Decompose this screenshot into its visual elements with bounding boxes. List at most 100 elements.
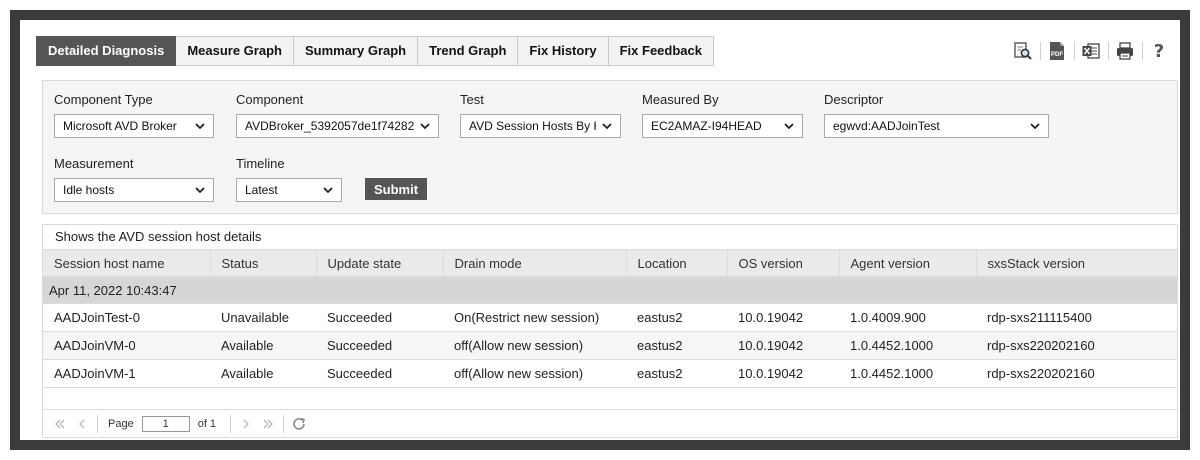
cell-location: eastus2 xyxy=(626,303,727,332)
tab-fix-feedback[interactable]: Fix Feedback xyxy=(608,36,714,66)
results-panel: Shows the AVD session host details Sessi… xyxy=(42,224,1178,438)
cell-agent-version: 1.0.4452.1000 xyxy=(839,359,976,388)
cell-drain-mode: off(Allow new session) xyxy=(443,331,626,360)
search-document-button[interactable] xyxy=(1006,38,1040,64)
pdf-export-button[interactable]: PDF xyxy=(1040,38,1074,64)
component-type-label: Component Type xyxy=(54,92,153,107)
pdf-badge-text: PDF xyxy=(1051,52,1063,58)
pager-divider xyxy=(230,414,232,433)
chevron-down-icon xyxy=(420,123,430,130)
cell-session-host-name: AADJoinTest-0 xyxy=(43,303,210,332)
help-icon: ? xyxy=(1153,40,1165,62)
print-icon xyxy=(1117,42,1133,60)
chevron-down-icon xyxy=(602,123,612,130)
tab-measure-graph[interactable]: Measure Graph xyxy=(176,36,294,66)
measurement-field: Measurement Idle hosts xyxy=(54,156,214,202)
chevron-left-icon xyxy=(79,419,85,428)
cell-update-state: Succeeded xyxy=(316,331,443,360)
column-header-status[interactable]: Status xyxy=(210,249,317,277)
cell-os-version: 10.0.19042 xyxy=(727,331,839,360)
page-number-input[interactable]: 1 xyxy=(141,415,190,432)
cell-status: Available xyxy=(210,359,316,388)
column-header-update-state[interactable]: Update state xyxy=(316,249,444,277)
column-header-os-version[interactable]: OS version xyxy=(727,249,840,277)
refresh-icon xyxy=(293,417,306,430)
component-field: Component AVDBroker_5392057de1f742828 xyxy=(236,92,439,138)
component-type-field: Component Type Microsoft AVD Broker xyxy=(54,92,214,138)
test-select[interactable]: AVD Session Hosts By Host xyxy=(460,114,621,138)
cell-drain-mode: On(Restrict new session) xyxy=(443,303,626,332)
window-frame: Detailed Diagnosis Measure Graph Summary… xyxy=(10,10,1190,450)
table-row: AADJoinVM-1 Available Succeeded off(Allo… xyxy=(43,359,1177,388)
tab-fix-history[interactable]: Fix History xyxy=(518,36,609,66)
column-header-session-host-name[interactable]: Session host name xyxy=(43,249,211,277)
last-page-button[interactable] xyxy=(257,413,279,435)
toolbar: PDF ? xyxy=(1006,38,1176,64)
column-header-sxsstack-version[interactable]: sxsStack version xyxy=(976,249,1177,277)
cell-agent-version: 1.0.4009.900 xyxy=(839,303,976,332)
submit-button[interactable]: Submit xyxy=(365,178,427,200)
test-field: Test AVD Session Hosts By Host xyxy=(460,92,621,138)
next-page-button[interactable] xyxy=(235,413,257,435)
timeline-value: Latest xyxy=(245,183,278,197)
column-header-drain-mode[interactable]: Drain mode xyxy=(443,249,627,277)
chevron-down-icon xyxy=(784,123,794,130)
component-label: Component xyxy=(236,92,304,107)
first-page-button[interactable] xyxy=(49,413,71,435)
help-button[interactable]: ? xyxy=(1142,38,1176,64)
cell-location: eastus2 xyxy=(626,359,727,388)
timeline-label: Timeline xyxy=(236,156,285,171)
tab-trend-graph[interactable]: Trend Graph xyxy=(418,36,519,66)
component-select[interactable]: AVDBroker_5392057de1f742828 xyxy=(236,114,439,138)
group-header-row: Apr 11, 2022 10:43:47 xyxy=(43,276,1177,304)
chevron-down-icon xyxy=(323,187,333,194)
cell-sxsstack-version: rdp-sxs220202160 xyxy=(976,331,1177,360)
group-timestamp: Apr 11, 2022 10:43:47 xyxy=(43,276,1177,304)
filter-panel: Component Type Microsoft AVD Broker Comp… xyxy=(42,80,1178,214)
descriptor-label: Descriptor xyxy=(824,92,884,107)
page-count-label: of 1 xyxy=(197,417,217,430)
chevron-down-icon xyxy=(195,123,205,130)
cell-drain-mode: off(Allow new session) xyxy=(443,359,626,388)
measured-by-select[interactable]: EC2AMAZ-I94HEAD xyxy=(642,114,803,138)
cell-os-version: 10.0.19042 xyxy=(727,359,839,388)
tab-bar: Detailed Diagnosis Measure Graph Summary… xyxy=(36,36,714,66)
pager-divider xyxy=(97,414,98,433)
double-chevron-left-icon xyxy=(55,419,65,428)
refresh-button[interactable] xyxy=(288,413,310,435)
excel-export-button[interactable] xyxy=(1074,38,1108,64)
cell-update-state: Succeeded xyxy=(316,303,443,332)
column-header-agent-version[interactable]: Agent version xyxy=(839,249,977,277)
previous-page-button[interactable] xyxy=(71,413,93,435)
table-row: AADJoinTest-0 Unavailable Succeeded On(R… xyxy=(43,303,1177,332)
descriptor-select[interactable]: egwvd:AADJoinTest xyxy=(824,114,1049,138)
page-label: Page xyxy=(108,417,134,430)
double-chevron-right-icon xyxy=(263,419,274,428)
timeline-field: Timeline Latest xyxy=(236,156,342,202)
results-table: Session host name Status Update state Dr… xyxy=(43,249,1177,388)
cell-sxsstack-version: rdp-sxs220202160 xyxy=(976,359,1177,388)
cell-location: eastus2 xyxy=(626,331,727,360)
cell-sxsstack-version: rdp-sxs211115400 xyxy=(976,303,1177,332)
component-type-select[interactable]: Microsoft AVD Broker xyxy=(54,114,214,138)
measurement-select[interactable]: Idle hosts xyxy=(54,178,214,202)
measured-by-label: Measured By xyxy=(642,92,719,107)
cell-status: Available xyxy=(210,331,316,360)
component-value: AVDBroker_5392057de1f742828 xyxy=(245,119,414,133)
column-header-location[interactable]: Location xyxy=(626,249,728,277)
tab-detailed-diagnosis[interactable]: Detailed Diagnosis xyxy=(36,36,177,66)
print-button[interactable] xyxy=(1108,38,1142,64)
cell-os-version: 10.0.19042 xyxy=(727,303,839,332)
measurement-label: Measurement xyxy=(54,156,134,171)
measured-by-field: Measured By EC2AMAZ-I94HEAD xyxy=(642,92,803,138)
diagnosis-panel: Detailed Diagnosis Measure Graph Summary… xyxy=(20,20,1180,440)
test-label: Test xyxy=(460,92,484,107)
chevron-down-icon xyxy=(1030,123,1040,130)
timeline-select[interactable]: Latest xyxy=(236,178,342,202)
search-document-icon xyxy=(1014,42,1032,60)
tab-summary-graph[interactable]: Summary Graph xyxy=(293,36,419,66)
cell-status: Unavailable xyxy=(210,303,316,332)
pager-divider xyxy=(283,414,285,433)
chevron-right-icon xyxy=(243,419,250,428)
descriptor-value: egwvd:AADJoinTest xyxy=(833,119,940,133)
